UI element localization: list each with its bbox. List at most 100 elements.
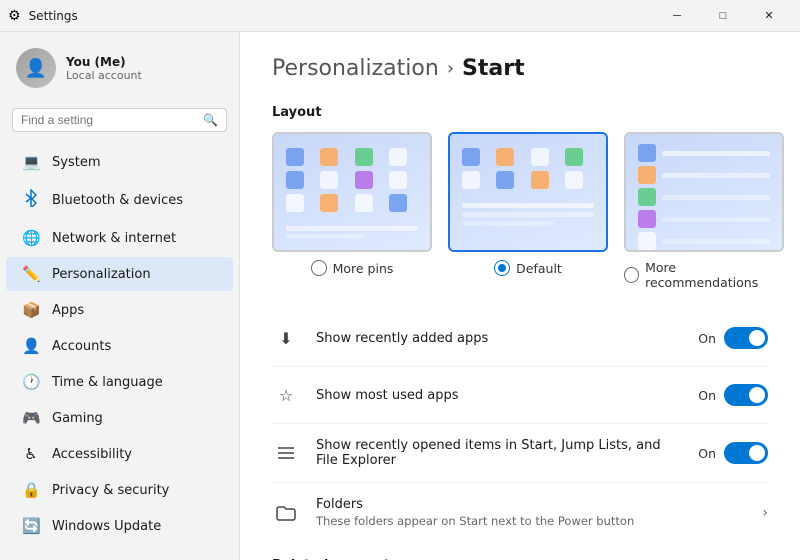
- recently-added-icon: ⬇: [272, 324, 300, 352]
- dot: [320, 171, 338, 189]
- card-img-default: [448, 132, 608, 252]
- folders-icon: [272, 499, 300, 527]
- most-used-toggle[interactable]: [724, 384, 768, 406]
- sidebar-item-privacy[interactable]: 🔒 Privacy & security: [6, 473, 233, 507]
- most-used-label: Show most used apps: [316, 388, 682, 403]
- card-dots-more-pins: [274, 134, 430, 226]
- title-bar-left: ⚙ Settings: [8, 8, 78, 24]
- dot: [286, 194, 304, 212]
- sidebar-item-system[interactable]: 💻 System: [6, 145, 233, 179]
- sidebar-item-update[interactable]: 🔄 Windows Update: [6, 509, 233, 543]
- recently-added-status: On: [698, 331, 716, 346]
- minimize-button[interactable]: ─: [654, 0, 700, 32]
- folders-chevron-icon: ›: [762, 505, 768, 521]
- sidebar-label-accounts: Accounts: [52, 339, 111, 354]
- sidebar-item-bluetooth[interactable]: Bluetooth & devices: [6, 181, 233, 219]
- dot: [355, 171, 373, 189]
- recently-opened-label: Show recently opened items in Start, Jum…: [316, 438, 682, 468]
- sidebar-item-accessibility[interactable]: ♿ Accessibility: [6, 437, 233, 471]
- most-used-control: On: [698, 384, 768, 406]
- breadcrumb: Personalization › Start: [272, 56, 768, 81]
- sidebar-label-update: Windows Update: [52, 519, 161, 534]
- sidebar: 👤 You (Me) Local account 🔍 💻 System Blu: [0, 32, 240, 560]
- sidebar-item-gaming[interactable]: 🎮 Gaming: [6, 401, 233, 435]
- radio-default[interactable]: [494, 260, 510, 276]
- accessibility-icon: ♿: [22, 445, 40, 463]
- related-support-label: Related support: [272, 542, 768, 560]
- dot: [638, 232, 656, 250]
- breadcrumb-current: Start: [462, 56, 525, 81]
- layout-cards: More pins: [272, 132, 768, 290]
- dot: [496, 171, 514, 189]
- personalization-icon: ✏️: [22, 265, 40, 283]
- sidebar-item-network[interactable]: 🌐 Network & internet: [6, 221, 233, 255]
- dot: [531, 171, 549, 189]
- radio-more-recs[interactable]: [624, 267, 639, 283]
- recently-opened-status: On: [698, 446, 716, 461]
- setting-row-recently-added: ⬇ Show recently added apps On: [272, 310, 768, 367]
- dot: [355, 194, 373, 212]
- radio-more-pins[interactable]: [311, 260, 327, 276]
- update-icon: 🔄: [22, 517, 40, 535]
- recently-opened-control: On: [698, 442, 768, 464]
- network-icon: 🌐: [22, 229, 40, 247]
- recently-added-label: Show recently added apps: [316, 331, 682, 346]
- content-area: Personalization › Start Layout: [240, 32, 800, 560]
- title-bar: ⚙ Settings ─ □ ✕: [0, 0, 800, 32]
- radio-row-more-pins[interactable]: More pins: [311, 260, 394, 276]
- sidebar-item-accounts[interactable]: 👤 Accounts: [6, 329, 233, 363]
- sidebar-label-accessibility: Accessibility: [52, 447, 132, 462]
- avatar-info: You (Me) Local account: [66, 55, 142, 82]
- sidebar-item-time[interactable]: 🕐 Time & language: [6, 365, 233, 399]
- avatar: 👤: [16, 48, 56, 88]
- sidebar-label-time: Time & language: [52, 375, 163, 390]
- sidebar-label-privacy: Privacy & security: [52, 483, 169, 498]
- search-icon: 🔍: [203, 113, 218, 127]
- avatar-name: You (Me): [66, 55, 142, 69]
- search-box[interactable]: 🔍: [12, 108, 227, 132]
- breadcrumb-parent[interactable]: Personalization: [272, 56, 439, 81]
- layout-card-more-recs[interactable]: More recommendations: [624, 132, 784, 290]
- window-controls: ─ □ ✕: [654, 0, 792, 32]
- label-more-pins: More pins: [333, 261, 394, 276]
- gaming-icon: 🎮: [22, 409, 40, 427]
- most-used-icon: ☆: [272, 381, 300, 409]
- sidebar-label-bluetooth: Bluetooth & devices: [52, 193, 183, 208]
- layout-section-label: Layout: [272, 105, 768, 120]
- close-button[interactable]: ✕: [746, 0, 792, 32]
- label-default: Default: [516, 261, 562, 276]
- sidebar-item-apps[interactable]: 📦 Apps: [6, 293, 233, 327]
- dot: [565, 171, 583, 189]
- search-input[interactable]: [21, 113, 197, 127]
- time-icon: 🕐: [22, 373, 40, 391]
- dot: [389, 171, 407, 189]
- dot: [638, 210, 656, 228]
- radio-row-more-recs[interactable]: More recommendations: [624, 260, 784, 290]
- dot: [286, 171, 304, 189]
- dot: [462, 148, 480, 166]
- sidebar-label-network: Network & internet: [52, 231, 176, 246]
- card-inner-default: [450, 134, 606, 250]
- sidebar-label-apps: Apps: [52, 303, 84, 318]
- recently-opened-toggle[interactable]: [724, 442, 768, 464]
- app-body: 👤 You (Me) Local account 🔍 💻 System Blu: [0, 32, 800, 560]
- system-icon: 💻: [22, 153, 40, 171]
- card-dots-default: [450, 134, 606, 203]
- sidebar-item-personalization[interactable]: ✏️ Personalization: [6, 257, 233, 291]
- setting-row-most-used: ☆ Show most used apps On: [272, 367, 768, 424]
- dot: [496, 148, 514, 166]
- layout-card-more-pins[interactable]: More pins: [272, 132, 432, 290]
- folders-title: Folders: [316, 497, 746, 512]
- folders-sub: These folders appear on Start next to th…: [316, 514, 746, 528]
- layout-card-default[interactable]: Default: [448, 132, 608, 290]
- folders-row[interactable]: Folders These folders appear on Start ne…: [272, 483, 768, 542]
- setting-row-recently-opened: Show recently opened items in Start, Jum…: [272, 424, 768, 483]
- dot: [565, 148, 583, 166]
- sidebar-label-system: System: [52, 155, 100, 170]
- maximize-button[interactable]: □: [700, 0, 746, 32]
- dot: [638, 188, 656, 206]
- recently-added-toggle[interactable]: [724, 327, 768, 349]
- radio-row-default[interactable]: Default: [494, 260, 562, 276]
- sidebar-label-personalization: Personalization: [52, 267, 151, 282]
- dot: [320, 194, 338, 212]
